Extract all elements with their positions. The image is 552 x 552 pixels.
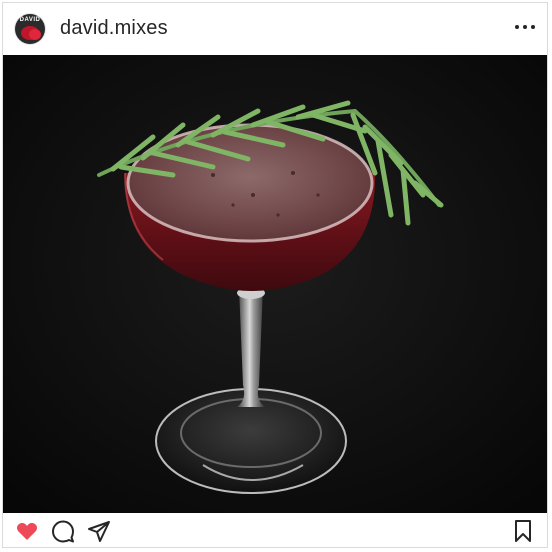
comment-icon[interactable] [51,519,75,543]
avatar[interactable]: DAVID [15,14,45,44]
dot [515,25,519,29]
avatar-fruit-shape-2 [29,29,41,40]
avatar-label: DAVID [19,17,41,23]
more-options-icon[interactable] [515,21,535,33]
post-card: DAVID david.mixes [2,2,548,548]
share-icon[interactable] [87,519,111,543]
heart-filled-icon[interactable] [15,519,39,543]
dot [523,25,527,29]
post-header: DAVID david.mixes [3,3,547,55]
bookmark-icon[interactable] [511,519,535,543]
action-bar [3,513,547,547]
username-link[interactable]: david.mixes [60,17,168,40]
cocktail-photo [3,55,547,513]
dot [531,25,535,29]
post-image[interactable] [3,55,547,513]
